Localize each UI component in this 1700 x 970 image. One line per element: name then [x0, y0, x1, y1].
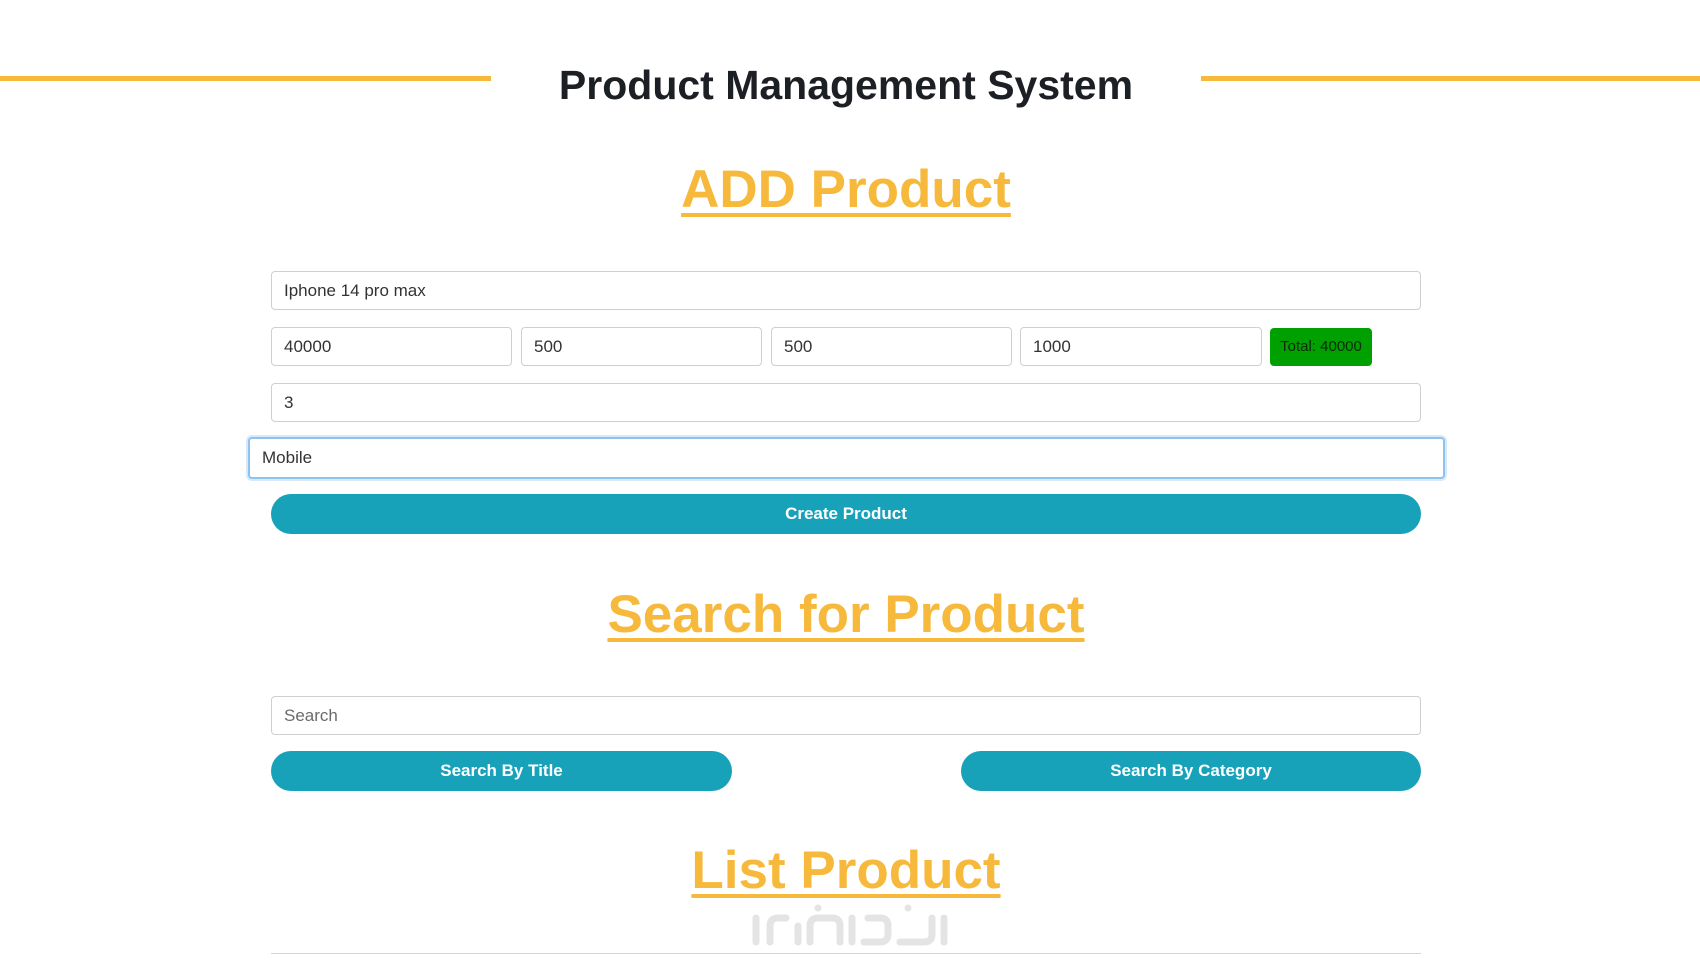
category-input[interactable] — [248, 437, 1445, 479]
search-product-heading: Search for Product — [607, 585, 1085, 644]
discount-input[interactable] — [1020, 327, 1262, 366]
count-input[interactable] — [271, 383, 1421, 422]
list-product-heading: List Product — [691, 841, 1001, 900]
total-badge: Total: 40000 — [1270, 328, 1372, 366]
title-input[interactable] — [271, 271, 1421, 310]
page-title: Product Management System — [558, 62, 1134, 108]
price-input[interactable] — [271, 327, 512, 366]
add-product-heading: ADD Product — [681, 160, 1011, 219]
header-line-left — [0, 76, 491, 81]
search-by-title-button[interactable]: Search By Title — [271, 751, 732, 791]
taxes-input[interactable] — [521, 327, 762, 366]
search-input[interactable] — [271, 696, 1421, 735]
ads-input[interactable] — [771, 327, 1012, 366]
page: Product Management System ADD Product To… — [0, 0, 1700, 970]
watermark-logo-icon — [752, 904, 948, 946]
search-by-category-button[interactable]: Search By Category — [961, 751, 1421, 791]
header-line-right — [1201, 76, 1700, 81]
header: Product Management System — [0, 55, 1700, 115]
create-product-button[interactable]: Create Product — [271, 494, 1421, 534]
list-divider — [271, 953, 1421, 954]
